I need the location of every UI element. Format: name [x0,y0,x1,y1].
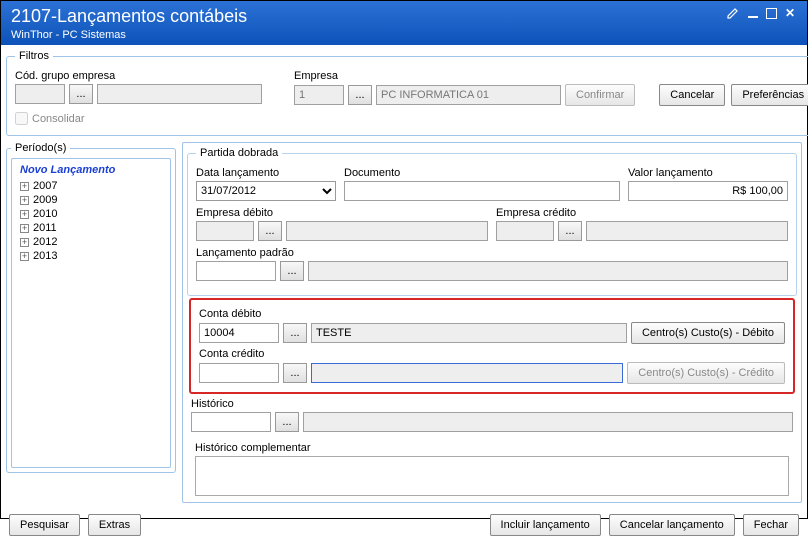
maximize-icon[interactable] [766,8,777,19]
historico-comp-textarea[interactable] [195,456,789,496]
valor-input[interactable] [628,181,788,201]
fechar-button[interactable]: Fechar [743,514,799,536]
edit-icon[interactable] [726,6,740,20]
expand-icon[interactable]: + [20,252,29,261]
cc-credito-button[interactable]: Centro(s) Custo(s) - Crédito [627,362,785,384]
cancelar-lancamento-button[interactable]: Cancelar lançamento [609,514,735,536]
empresa-debito-desc [286,221,488,241]
conta-credito-desc[interactable] [311,363,623,383]
documento-label: Documento [344,167,620,179]
conta-credito-label: Conta crédito [199,348,785,360]
empresa-debito-lookup[interactable]: ... [258,221,282,241]
empresa-credito-cod[interactable] [496,221,554,241]
valor-label: Valor lançamento [628,167,788,179]
periodo-year[interactable]: +2007 [16,179,166,193]
empresa-credito-lookup[interactable]: ... [558,221,582,241]
cod-grupo-input[interactable] [15,84,65,104]
cod-grupo-desc [97,84,262,104]
minimize-icon[interactable] [746,6,760,20]
preferencias-button[interactable]: Preferências [731,84,808,106]
expand-icon[interactable]: + [20,196,29,205]
consolidar-checkbox [15,112,28,125]
incluir-lancamento-button[interactable]: Incluir lançamento [490,514,601,536]
lanc-padrao-cod[interactable] [196,261,276,281]
conta-credito-lookup[interactable]: ... [283,363,307,383]
expand-icon[interactable]: + [20,210,29,219]
close-icon[interactable]: ✕ [783,6,797,20]
cc-debito-button[interactable]: Centro(s) Custo(s) - Débito [631,322,785,344]
empresa-credito-label: Empresa crédito [496,207,788,219]
consolidar-label: Consolidar [32,113,85,125]
partida-legend: Partida dobrada [196,147,282,159]
pesquisar-button[interactable]: Pesquisar [9,514,80,536]
novo-lancamento-item[interactable]: Novo Lançamento [16,163,166,179]
data-lancamento-select[interactable]: 31/07/2012 [196,181,336,201]
extras-button[interactable]: Extras [88,514,141,536]
periodos-legend: Período(s) [11,142,70,154]
empresa-lookup-button[interactable]: ... [348,85,372,105]
periodo-year[interactable]: +2010 [16,207,166,221]
periodo-tree[interactable]: Novo Lançamento +2007 +2009 +2010 +2011 … [11,158,171,468]
empresa-label: Empresa [294,70,635,82]
expand-icon[interactable]: + [20,238,29,247]
filtros-legend: Filtros [15,50,53,62]
historico-label: Histórico [191,398,234,410]
window-title: 2107-Lançamentos contábeis [11,6,247,27]
expand-icon[interactable]: + [20,224,29,233]
empresa-credito-desc [586,221,788,241]
periodo-year[interactable]: +2011 [16,221,166,235]
empresa-debito-label: Empresa débito [196,207,488,219]
titlebar: 2107-Lançamentos contábeis WinThor - PC … [1,1,807,45]
empresa-cod-input [294,85,344,105]
historico-desc [303,412,793,432]
confirmar-button[interactable]: Confirmar [565,84,635,106]
conta-credito-cod[interactable] [199,363,279,383]
lanc-padrao-desc [308,261,788,281]
conta-debito-label: Conta débito [199,308,785,320]
conta-debito-lookup[interactable]: ... [283,323,307,343]
filtros-group: Filtros Cód. grupo empresa ... Empresa .… [6,50,808,136]
lanc-padrao-label: Lançamento padrão [196,247,788,259]
window-subtitle: WinThor - PC Sistemas [11,29,247,41]
historico-comp-label: Histórico complementar [195,442,311,454]
data-lancamento-label: Data lançamento [196,167,336,179]
documento-input[interactable] [344,181,620,201]
periodo-year[interactable]: +2012 [16,235,166,249]
cod-grupo-label: Cód. grupo empresa [15,70,262,82]
lanc-padrao-lookup[interactable]: ... [280,261,304,281]
cancelar-button[interactable]: Cancelar [659,84,725,106]
historico-cod[interactable] [191,412,271,432]
expand-icon[interactable]: + [20,182,29,191]
periodo-year[interactable]: +2009 [16,193,166,207]
conta-debito-cod[interactable] [199,323,279,343]
footer-bar: Pesquisar Extras Incluir lançamento Canc… [1,508,807,542]
periodo-year[interactable]: +2013 [16,249,166,263]
cod-grupo-lookup-button[interactable]: ... [69,84,93,104]
conta-debito-desc [311,323,627,343]
empresa-debito-cod[interactable] [196,221,254,241]
historico-lookup[interactable]: ... [275,412,299,432]
empresa-desc [376,85,561,105]
